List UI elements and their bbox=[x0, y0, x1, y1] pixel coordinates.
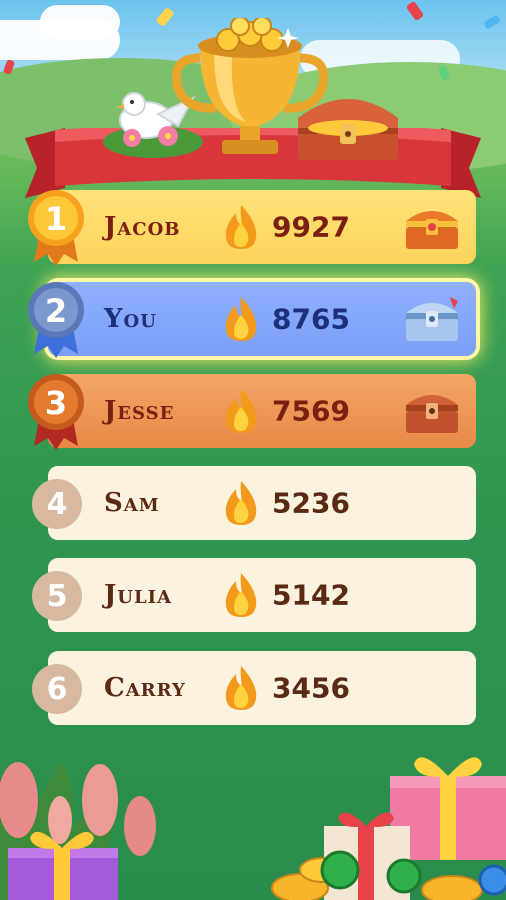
confetti bbox=[405, 0, 425, 22]
leaderboard-row-4[interactable]: Sam 5236 bbox=[48, 466, 476, 540]
leaderboard-row-5[interactable]: Julia 5142 bbox=[48, 558, 476, 632]
treasure-chest-icon[interactable] bbox=[402, 387, 462, 435]
bottom-decoration bbox=[0, 757, 506, 900]
treasure-chest-icon[interactable] bbox=[402, 295, 462, 343]
flame-icon bbox=[225, 666, 257, 710]
flame-icon bbox=[225, 481, 257, 525]
leaderboard-row-2[interactable]: You 8765 bbox=[48, 282, 476, 356]
flame-icon bbox=[225, 205, 257, 249]
rank-number: 3 bbox=[45, 384, 67, 422]
bronze-medal-icon: 3 bbox=[28, 374, 84, 450]
leaderboard-row-6[interactable]: Carry 3456 bbox=[48, 651, 476, 725]
flame-icon bbox=[225, 573, 257, 617]
player-name: Jesse bbox=[104, 396, 175, 426]
rank-number: 5 bbox=[32, 571, 82, 621]
player-name: Carry bbox=[104, 673, 186, 703]
player-name: Julia bbox=[104, 580, 173, 610]
player-score: 3456 bbox=[272, 671, 350, 705]
player-score: 9927 bbox=[272, 210, 350, 244]
rank-number: 2 bbox=[45, 292, 67, 330]
silver-medal-icon: 2 bbox=[28, 282, 84, 358]
leaderboard-row-3[interactable]: Jesse 7569 bbox=[48, 374, 476, 448]
confetti bbox=[483, 14, 501, 30]
player-name: You bbox=[104, 304, 157, 334]
player-score: 5236 bbox=[272, 486, 350, 520]
flame-icon bbox=[225, 389, 257, 433]
leaderboard-row-1[interactable]: Jacob 9927 bbox=[48, 190, 476, 264]
gold-medal-icon: 1 bbox=[28, 190, 84, 266]
rank-number: 4 bbox=[32, 479, 82, 529]
player-name: Jacob bbox=[104, 212, 181, 242]
rank-number: 1 bbox=[45, 200, 67, 238]
rank-number: 6 bbox=[32, 664, 82, 714]
player-score: 8765 bbox=[272, 302, 350, 336]
player-score: 5142 bbox=[272, 578, 350, 612]
treasure-chest-icon bbox=[298, 99, 398, 160]
cloud bbox=[40, 5, 120, 39]
treasure-chest-icon[interactable] bbox=[402, 203, 462, 251]
player-score: 7569 bbox=[272, 394, 350, 428]
player-name: Sam bbox=[104, 488, 160, 518]
flame-icon bbox=[225, 297, 257, 341]
